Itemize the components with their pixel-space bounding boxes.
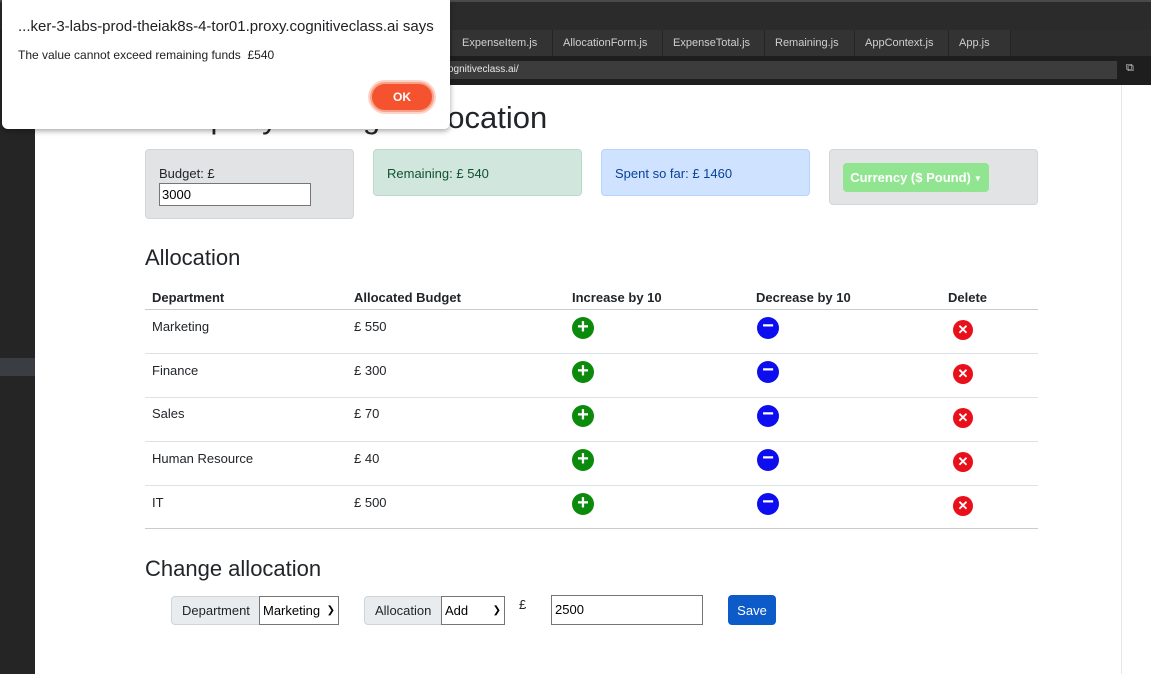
tab-app[interactable]: App.js: [949, 30, 1011, 56]
app-page: Company's Budget Allocation Budget: £ Re…: [35, 85, 1121, 674]
department-select-value: Marketing: [263, 603, 321, 618]
table-row: Sales £ 70 + − ✕: [145, 397, 1038, 441]
caret-down-icon: ▼: [973, 174, 982, 184]
currency-dropdown-button[interactable]: Currency ($ Pound) ▼: [843, 163, 989, 192]
budget-cell: £ 70: [354, 406, 380, 421]
budget-cell: £ 40: [354, 451, 380, 466]
decrease-icon[interactable]: −: [757, 360, 779, 383]
chevron-down-icon: ❯: [326, 605, 335, 616]
dialog-title: ...ker-3-labs-prod-theiak8s-4-tor01.prox…: [18, 18, 434, 35]
increase-icon[interactable]: +: [572, 493, 594, 515]
spent-card: Spent so far: £ 1460: [601, 149, 810, 196]
budget-input[interactable]: [159, 183, 311, 206]
increase-icon[interactable]: +: [572, 317, 594, 339]
delete-icon[interactable]: ✕: [953, 452, 973, 472]
allocation-select-value: Add: [445, 603, 469, 618]
dialog-message: The value cannot exceed remaining funds …: [18, 48, 275, 62]
budget-card: Budget: £: [145, 149, 354, 219]
increase-icon[interactable]: +: [572, 449, 594, 471]
url-field[interactable]: ognitiveclass.ai/: [440, 61, 1117, 79]
budget-cell: £ 550: [354, 319, 387, 334]
editor-tab-bar: ExpenseItem.js AllocationForm.js Expense…: [420, 30, 1151, 56]
table-row: Marketing £ 550 + − ✕: [145, 309, 1038, 353]
decrease-icon[interactable]: −: [757, 492, 779, 515]
sidebar-selection: [0, 358, 35, 376]
currency-card: Currency ($ Pound) ▼: [829, 149, 1038, 205]
increase-icon[interactable]: +: [572, 361, 594, 383]
tab-expenseitem[interactable]: ExpenseItem.js: [452, 30, 553, 56]
department-cell: Finance: [152, 363, 199, 378]
change-allocation-title: Change allocation: [145, 556, 322, 581]
currency-symbol: £: [519, 597, 527, 612]
chevron-down-icon: ❯: [492, 605, 501, 616]
decrease-icon[interactable]: −: [757, 404, 779, 427]
browser-url-bar: ognitiveclass.ai/ ⧉: [420, 56, 1151, 85]
remaining-card: Remaining: £ 540: [373, 149, 582, 196]
increase-icon[interactable]: +: [572, 405, 594, 427]
decrease-icon[interactable]: −: [757, 316, 779, 339]
budget-cell: £ 300: [354, 363, 387, 378]
tab-allocationform[interactable]: AllocationForm.js: [553, 30, 663, 56]
allocation-select[interactable]: Add ❯: [441, 596, 505, 625]
spent-text: Spent so far: £ 1460: [615, 166, 733, 181]
budget-cell: £ 500: [354, 495, 387, 510]
right-gutter: [1121, 85, 1151, 674]
tab-remaining[interactable]: Remaining.js: [765, 30, 855, 56]
table-row: Finance £ 300 + − ✕: [145, 353, 1038, 397]
department-cell: IT: [152, 495, 164, 510]
tab-expensetotal[interactable]: ExpenseTotal.js: [663, 30, 765, 56]
save-button[interactable]: Save: [728, 595, 776, 625]
currency-label: Currency ($ Pound): [850, 170, 971, 185]
tab-appcontext[interactable]: AppContext.js: [855, 30, 949, 56]
delete-icon[interactable]: ✕: [953, 496, 973, 516]
department-select[interactable]: Marketing ❯: [259, 596, 339, 625]
allocation-select-label: Allocation: [364, 596, 442, 625]
department-cell: Sales: [152, 406, 185, 421]
table-row: IT £ 500 + − ✕: [145, 485, 1038, 529]
amount-input[interactable]: 2500: [551, 595, 703, 625]
table-row: Human Resource £ 40 + − ✕: [145, 441, 1038, 485]
open-external-icon[interactable]: ⧉: [1126, 62, 1134, 75]
table-bottom-divider: [145, 528, 1038, 529]
remaining-text: Remaining: £ 540: [387, 166, 489, 181]
alert-dialog: ...ker-3-labs-prod-theiak8s-4-tor01.prox…: [2, 0, 450, 129]
budget-label: Budget: £: [159, 166, 215, 181]
allocation-title: Allocation: [145, 245, 241, 270]
department-select-label: Department: [171, 596, 260, 625]
delete-icon[interactable]: ✕: [953, 408, 973, 428]
department-cell: Marketing: [152, 319, 210, 334]
delete-icon[interactable]: ✕: [953, 364, 973, 384]
decrease-icon[interactable]: −: [757, 448, 779, 471]
delete-icon[interactable]: ✕: [953, 320, 973, 340]
department-cell: Human Resource: [152, 451, 254, 466]
ok-button[interactable]: OK: [370, 82, 434, 112]
